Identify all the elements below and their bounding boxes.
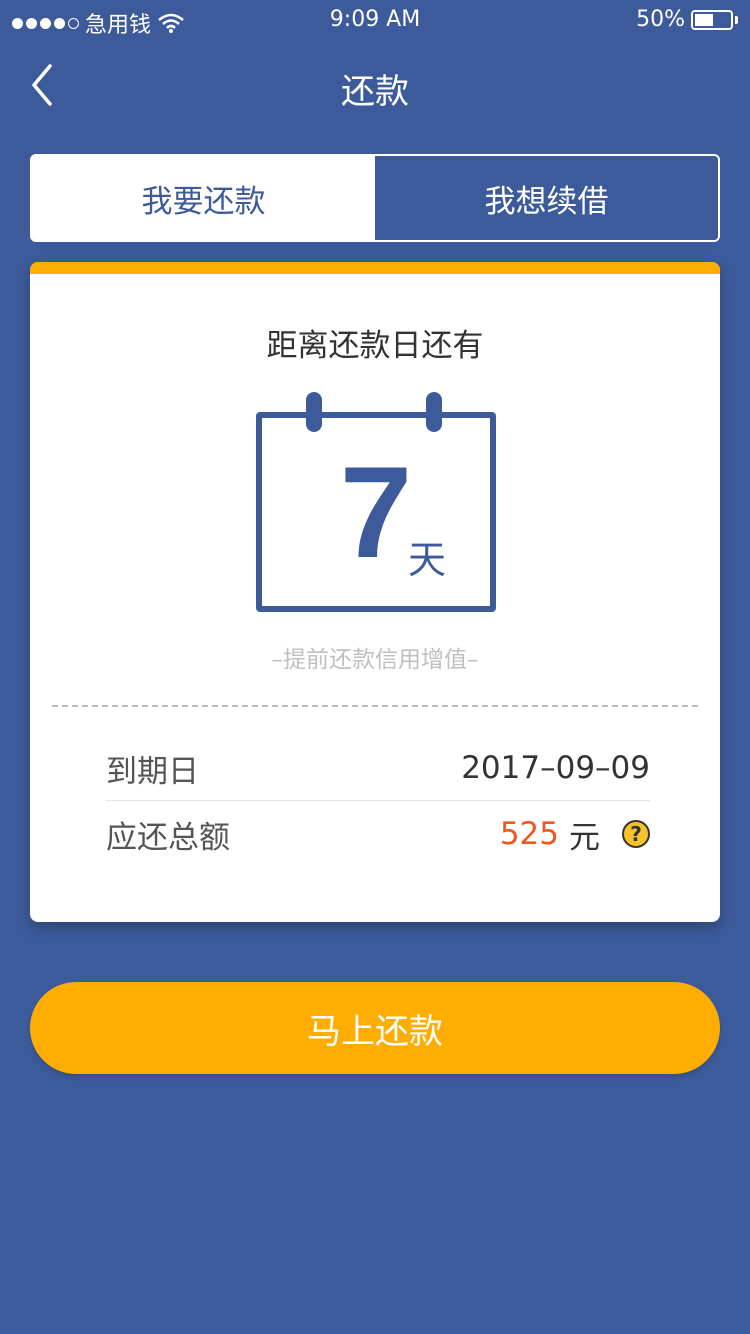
countdown-title: 距离还款日还有: [266, 328, 484, 364]
battery-tip: [735, 15, 738, 24]
status-bar: 急用钱 9:09 AM 50%: [0, 0, 750, 40]
repay-now-button[interactable]: 马上还款: [30, 982, 720, 1074]
nav-bar: 还款: [0, 50, 750, 120]
status-right: 50%: [636, 7, 738, 32]
due-date-row: 到期日 2017–09–09: [106, 736, 650, 801]
total-amount-label: 应还总额: [106, 819, 230, 856]
question-circle-icon[interactable]: ?: [622, 820, 650, 848]
tab-repay[interactable]: 我要还款: [32, 156, 375, 240]
days-unit: 天: [408, 538, 447, 582]
due-date-value: 2017–09–09: [461, 750, 650, 786]
dashed-divider: [52, 705, 698, 707]
due-date-label: 到期日: [106, 753, 199, 790]
total-amount-row: 应还总额 525 元 ?: [106, 802, 650, 866]
total-amount: 525 元 ?: [500, 812, 650, 857]
battery-icon: [691, 9, 733, 30]
calendar-icon: 7 天: [256, 392, 496, 614]
total-amount-unit: 元: [569, 819, 600, 856]
card-accent-bar: [30, 262, 720, 274]
calendar-ring: [426, 392, 442, 432]
total-amount-value: 525: [499, 816, 559, 852]
segmented-tabs: 我要还款 我想续借: [30, 154, 720, 242]
early-repay-tip: –提前还款信用增值–: [271, 647, 479, 673]
repayment-card: 距离还款日还有 7 天 –提前还款信用增值– 到期日 2017–09–09 应还…: [30, 262, 720, 922]
tab-renew[interactable]: 我想续借: [375, 156, 718, 240]
page-title: 还款: [341, 72, 409, 112]
battery-percent: 50%: [636, 7, 685, 32]
calendar-ring: [306, 392, 322, 432]
